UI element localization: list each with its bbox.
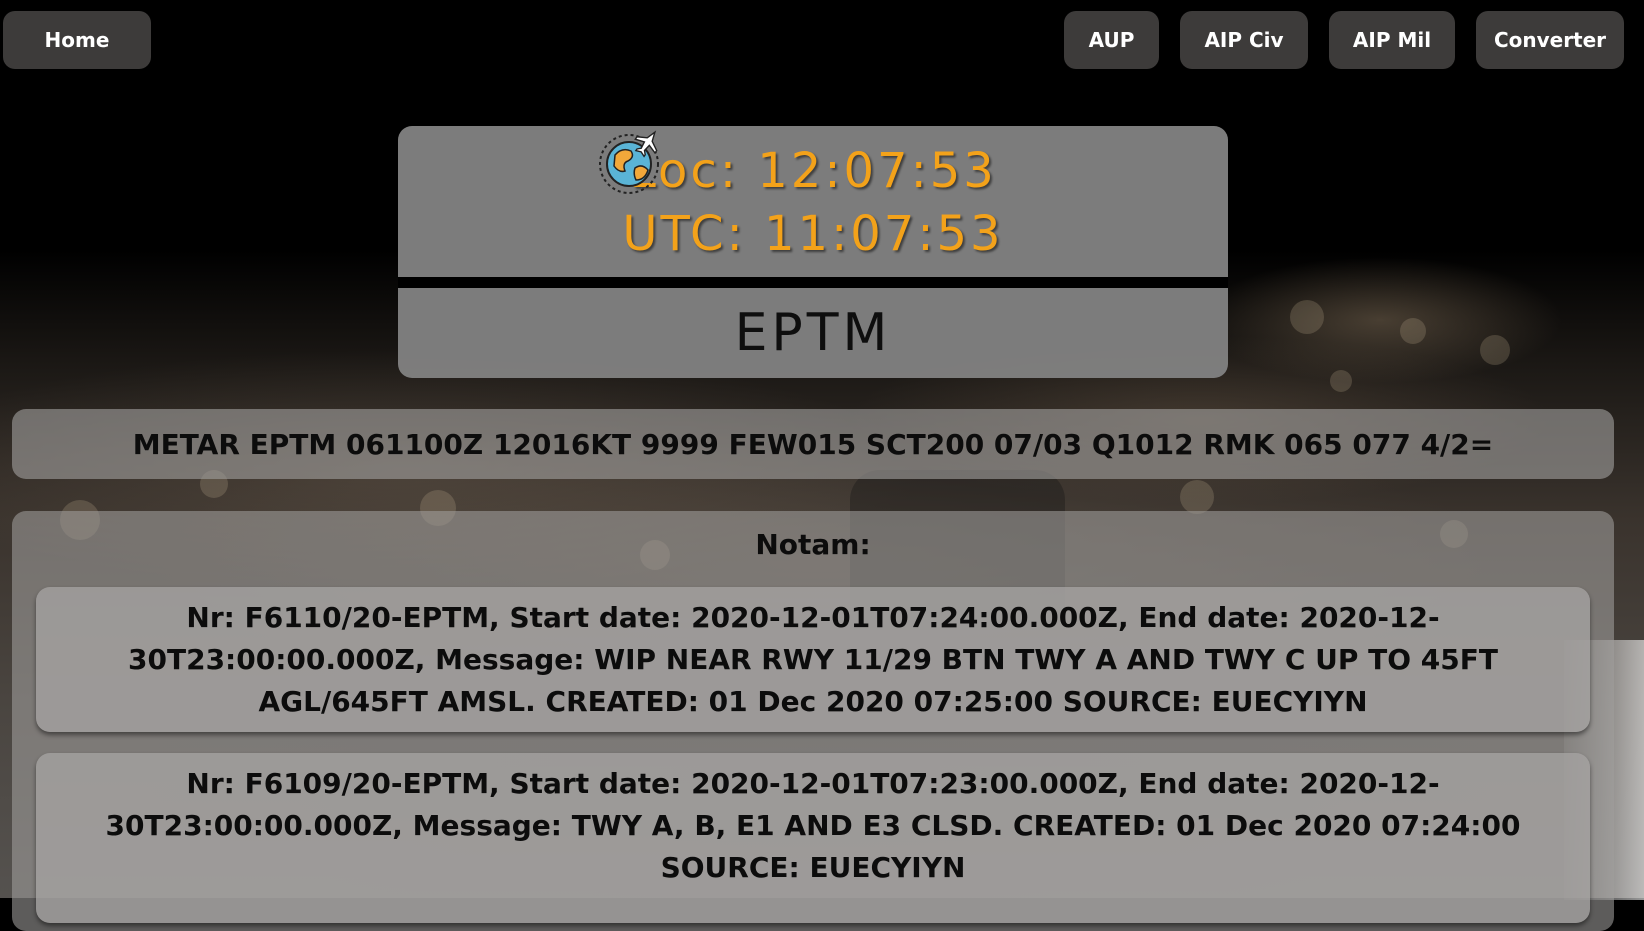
home-button[interactable]: Home: [3, 11, 151, 69]
aup-button[interactable]: AUP: [1064, 11, 1159, 69]
converter-button[interactable]: Converter: [1476, 11, 1624, 69]
clock-divider: [398, 277, 1228, 288]
aip-mil-button[interactable]: AIP Mil: [1329, 11, 1455, 69]
notam-title: Notam:: [755, 528, 871, 561]
aip-civ-button[interactable]: AIP Civ: [1180, 11, 1308, 69]
metar-report: METAR EPTM 061100Z 12016KT 9999 FEW015 S…: [12, 409, 1614, 479]
notam-item: Nr: F6110/20-EPTM, Start date: 2020-12-0…: [36, 587, 1590, 732]
utc-time: UTC: 11:07:53: [622, 206, 1004, 262]
globe-airplane-icon: [599, 130, 659, 194]
notam-panel: Notam: Nr: F6110/20-EPTM, Start date: 20…: [12, 511, 1614, 931]
local-time: Loc: 12:07:53: [629, 143, 997, 199]
airport-code: EPTM: [398, 288, 1228, 378]
clock-panel: Loc: 12:07:53 UTC: 11:07:53: [398, 126, 1228, 277]
